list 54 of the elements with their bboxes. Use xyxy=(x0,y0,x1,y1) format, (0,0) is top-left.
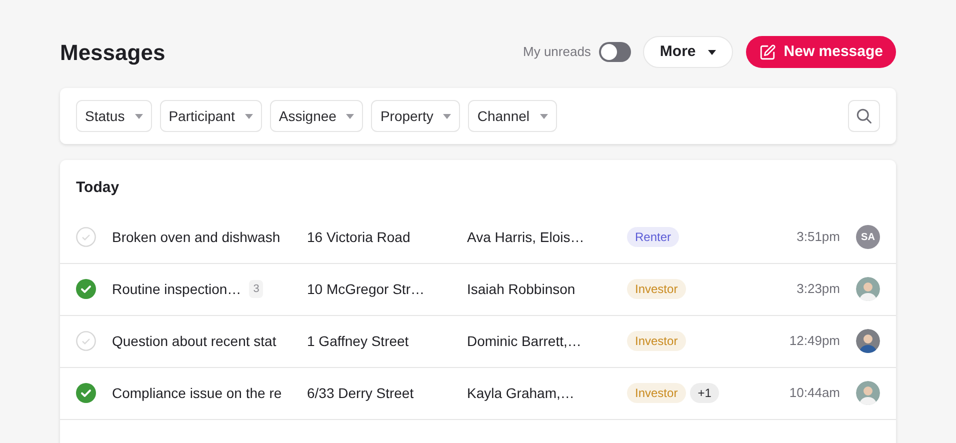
filter-dropdown[interactable]: Participant xyxy=(160,100,262,132)
message-subject: Compliance issue on the re xyxy=(112,384,282,403)
filter-dropdown[interactable]: Property xyxy=(371,100,460,132)
caret-icon xyxy=(540,114,548,118)
edit-icon xyxy=(758,44,776,60)
tag: Investor xyxy=(627,383,686,403)
tag: Investor xyxy=(627,279,686,299)
caret-icon xyxy=(346,114,354,118)
tag: Renter xyxy=(627,227,680,247)
avatar xyxy=(856,381,880,405)
participants: Kayla Graham,… xyxy=(467,384,576,403)
message-count: 3 xyxy=(249,280,264,298)
message-row[interactable]: Question about recent stat 1 Gaffney Street Dominic Barrett,… Investor 12:49pm xyxy=(60,316,896,368)
page-title: Messages xyxy=(60,38,166,67)
message-subject: Broken oven and dishwash xyxy=(112,228,280,246)
unresolved-check-icon[interactable] xyxy=(76,331,96,351)
message-row[interactable]: Broken oven and dishwash 16 Victoria Road Ava Harris, Elois… Renter 3:51pm SA xyxy=(60,212,896,264)
caret-icon xyxy=(708,50,716,54)
property-address: 6/33 Derry Street xyxy=(307,384,415,403)
participants: Isaiah Robbinson xyxy=(467,280,576,298)
message-subject: Routine inspection… xyxy=(112,280,242,299)
search-icon xyxy=(855,107,873,125)
message-time: 3:51pm xyxy=(796,228,840,246)
avatar: SA xyxy=(856,225,880,249)
search-button[interactable] xyxy=(848,100,880,132)
message-row[interactable]: Compliance issue on the re 6/33 Derry Street Kayla Graham,… Investor +1 10:44am xyxy=(60,368,896,420)
unreads-toggle[interactable] xyxy=(598,42,631,62)
message-time: 10:44am xyxy=(789,384,840,402)
more-button[interactable]: More xyxy=(642,36,733,68)
participants: Dominic Barrett,… xyxy=(467,332,582,350)
unresolved-check-icon[interactable] xyxy=(76,227,96,247)
extra-tags-count: +1 xyxy=(690,383,720,403)
message-row[interactable]: Routine inspection… 3 10 McGregor Str… Isaiah Robbinson Investor 3:23pm xyxy=(60,264,896,316)
avatar xyxy=(856,329,880,353)
property-address: 16 Victoria Road xyxy=(307,228,412,246)
resolved-check-icon[interactable] xyxy=(76,279,96,299)
resolved-check-icon[interactable] xyxy=(76,383,96,403)
message-time: 3:23pm xyxy=(796,280,840,298)
message-subject: Question about recent stat xyxy=(112,332,276,351)
filter-dropdown[interactable]: Channel xyxy=(468,100,557,132)
participants: Ava Harris, Elois… xyxy=(467,228,586,246)
filter-dropdown[interactable]: Status xyxy=(76,100,152,132)
filter-dropdown[interactable]: Assignee xyxy=(270,100,364,132)
tag: Investor xyxy=(627,331,686,351)
caret-icon xyxy=(134,114,143,118)
avatar xyxy=(856,277,880,301)
new-message-button[interactable]: New message xyxy=(746,36,896,68)
property-address: 1 Gaffney Street xyxy=(307,332,410,351)
property-address: 10 McGregor Str… xyxy=(307,280,426,299)
toggle-label: My unreads xyxy=(523,43,591,62)
group-heading: Today xyxy=(75,178,120,198)
caret-icon xyxy=(244,114,253,118)
caret-icon xyxy=(443,114,452,118)
message-time: 12:49pm xyxy=(789,332,840,350)
